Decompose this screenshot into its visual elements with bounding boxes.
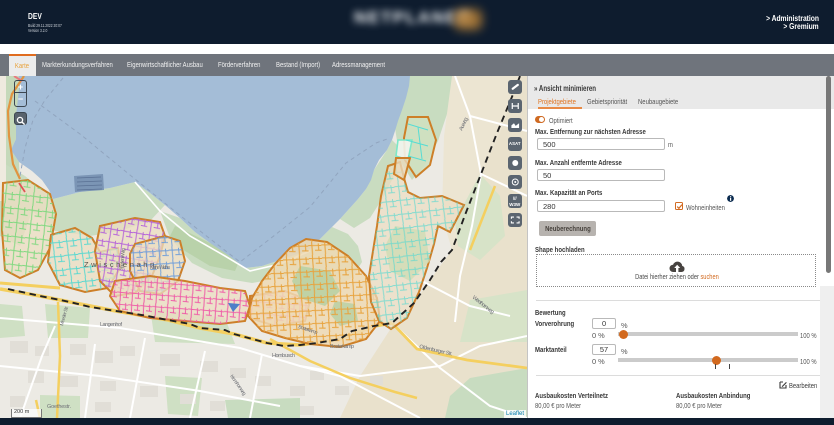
- svg-text:Kleine Weihe: Kleine Weihe: [150, 265, 170, 271]
- svg-text:Bosterkamp: Bosterkamp: [330, 344, 354, 350]
- svg-text:Hornbusch: Hornbusch: [272, 353, 295, 359]
- svg-text:Goethestr.: Goethestr.: [47, 404, 71, 410]
- svg-text:Langenhof: Langenhof: [100, 322, 122, 328]
